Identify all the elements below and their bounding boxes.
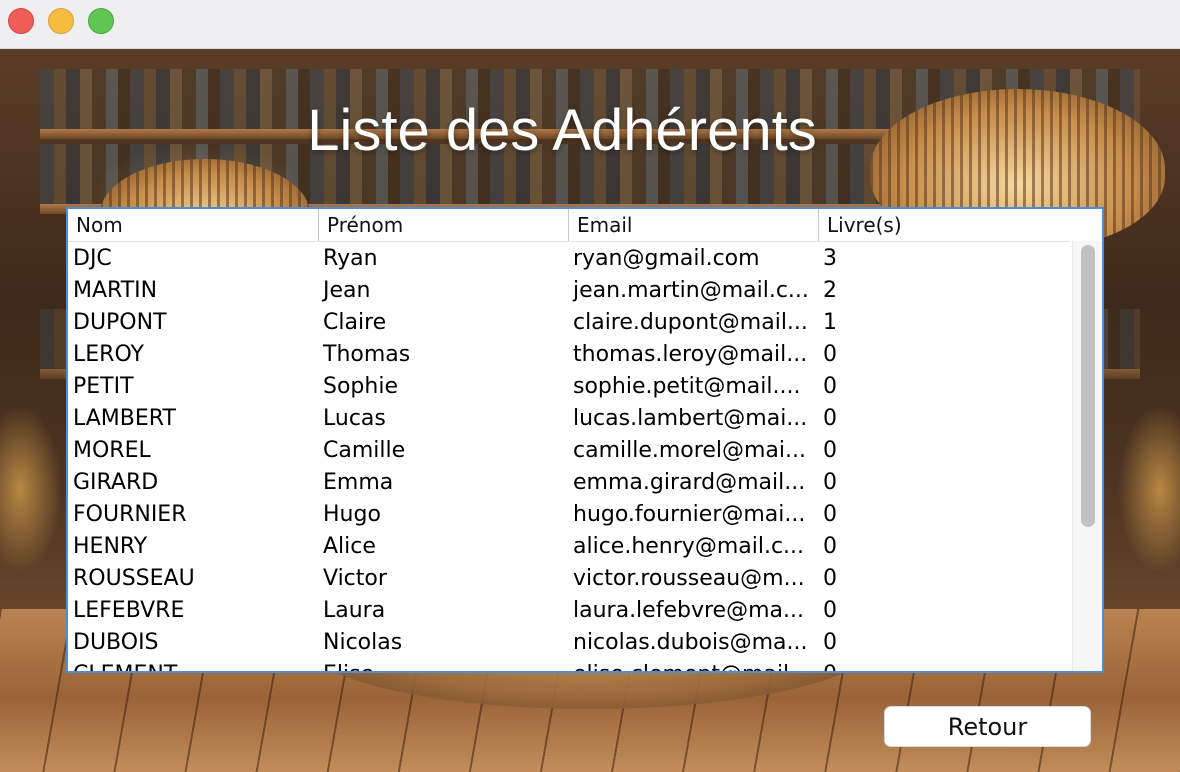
cell-prenom: Nicolas xyxy=(323,630,403,655)
cell-prenom: Camille xyxy=(323,438,406,463)
table-row[interactable]: FOURNIER Hugo hugo.fournier@mai... 0 xyxy=(68,499,1070,531)
cell-livres: 0 xyxy=(823,598,837,623)
column-header-email[interactable]: Email xyxy=(568,209,818,241)
cell-livres: 2 xyxy=(823,278,837,303)
cell-prenom: Victor xyxy=(323,566,387,591)
cell-prenom: Alice xyxy=(323,534,376,559)
cell-livres: 0 xyxy=(823,470,837,495)
page-title: Liste des Adhérents xyxy=(0,97,1124,164)
cell-prenom: Elise xyxy=(318,659,568,671)
cell-nom: MARTIN xyxy=(73,278,158,303)
cell-nom: MOREL xyxy=(73,438,151,463)
table-row[interactable]: MOREL Camille camille.morel@mai... 0 xyxy=(68,435,1070,467)
cell-nom: LAMBERT xyxy=(73,406,176,431)
cell-email: lucas.lambert@mai... xyxy=(573,406,808,431)
cell-livres: 0 xyxy=(823,342,837,367)
cell-prenom: Ryan xyxy=(323,246,378,271)
cell-livres: 3 xyxy=(823,246,837,271)
cell-email: victor.rousseau@m... xyxy=(573,566,805,591)
minimize-window-button[interactable] xyxy=(48,8,74,34)
cell-email: camille.morel@mai... xyxy=(573,438,806,463)
cell-email: elise.clement@mail... xyxy=(568,659,818,671)
cell-email: claire.dupont@mail... xyxy=(573,310,808,335)
cell-email: emma.girard@mail... xyxy=(573,470,806,495)
cell-nom: HENRY xyxy=(73,534,148,559)
table-row[interactable]: PETIT Sophie sophie.petit@mail.... 0 xyxy=(68,371,1070,403)
scrollbar-thumb[interactable] xyxy=(1081,245,1095,527)
back-button[interactable]: Retour xyxy=(884,706,1091,747)
cell-email: jean.martin@mail.c... xyxy=(573,278,809,303)
page-title-text: Liste des Adhérents xyxy=(307,98,817,163)
table-row[interactable]: HENRY Alice alice.henry@mail.c... 0 xyxy=(68,531,1070,563)
table-header: Nom Prénom Email Livre(s) xyxy=(68,209,1070,242)
close-window-button[interactable] xyxy=(8,8,34,34)
column-header-livres[interactable]: Livre(s) xyxy=(818,209,1070,241)
cell-prenom: Emma xyxy=(323,470,394,495)
cell-email: ryan@gmail.com xyxy=(573,246,760,271)
column-header-nom[interactable]: Nom xyxy=(68,209,318,241)
cell-nom: CLEMENT xyxy=(68,659,318,671)
cell-livres: 0 xyxy=(823,374,837,399)
table-row[interactable]: DUBOIS Nicolas nicolas.dubois@ma... 0 xyxy=(68,627,1070,659)
cell-nom: PETIT xyxy=(73,374,134,399)
cell-prenom: Lucas xyxy=(323,406,386,431)
cell-livres: 0 xyxy=(818,659,1070,671)
cell-nom: DUPONT xyxy=(73,310,167,335)
cell-livres: 0 xyxy=(823,630,837,655)
cell-nom: DUBOIS xyxy=(73,630,159,655)
cell-nom: GIRARD xyxy=(73,470,159,495)
cell-prenom: Claire xyxy=(323,310,387,335)
members-table[interactable]: Nom Prénom Email Livre(s) DJC Ryan ryan@gm… xyxy=(66,207,1104,673)
cell-prenom: Hugo xyxy=(323,502,381,527)
table-row[interactable]: LEROY Thomas thomas.leroy@mail... 0 xyxy=(68,339,1070,371)
table-row[interactable]: MARTIN Jean jean.martin@mail.c... 2 xyxy=(68,275,1070,307)
cell-prenom: Thomas xyxy=(323,342,411,367)
vertical-scrollbar[interactable] xyxy=(1072,241,1102,671)
table-row[interactable]: ROUSSEAU Victor victor.rousseau@m... 0 xyxy=(68,563,1070,595)
cell-email: laura.lefebvre@ma... xyxy=(573,598,804,623)
table-row[interactable]: DJC Ryan ryan@gmail.com 3 xyxy=(68,243,1070,275)
cell-livres: 0 xyxy=(823,566,837,591)
window-title-bar xyxy=(0,0,1180,49)
cell-nom: LEFEBVRE xyxy=(73,598,185,623)
table-row[interactable]: DUPONT Claire claire.dupont@mail... 1 xyxy=(68,307,1070,339)
table-body: DJC Ryan ryan@gmail.com 3 MARTIN Jean jean.mar… xyxy=(68,241,1070,671)
cell-email: sophie.petit@mail.... xyxy=(573,374,801,399)
cell-nom: ROUSSEAU xyxy=(73,566,195,591)
cell-nom: LEROY xyxy=(73,342,144,367)
table-row[interactable]: LEFEBVRE Laura laura.lefebvre@ma... 0 xyxy=(68,595,1070,627)
cell-email: nicolas.dubois@ma... xyxy=(573,630,808,655)
cell-prenom: Laura xyxy=(323,598,386,623)
cell-nom: DJC xyxy=(73,246,112,271)
table-row[interactable]: CLEMENTEliseelise.clement@mail...0 xyxy=(68,659,1070,671)
cell-email: thomas.leroy@mail... xyxy=(573,342,808,367)
cell-livres: 0 xyxy=(823,502,837,527)
cell-livres: 0 xyxy=(823,534,837,559)
cell-email: hugo.fournier@mai... xyxy=(573,502,806,527)
table-row[interactable]: GIRARD Emma emma.girard@mail... 0 xyxy=(68,467,1070,499)
table-row[interactable]: LAMBERT Lucas lucas.lambert@mai... 0 xyxy=(68,403,1070,435)
cell-prenom: Sophie xyxy=(323,374,398,399)
column-header-prenom[interactable]: Prénom xyxy=(318,209,568,241)
cell-prenom: Jean xyxy=(323,278,371,303)
cell-nom: FOURNIER xyxy=(73,502,187,527)
cell-livres: 0 xyxy=(823,406,837,431)
cell-livres: 1 xyxy=(823,310,837,335)
cell-email: alice.henry@mail.c... xyxy=(573,534,805,559)
zoom-window-button[interactable] xyxy=(88,8,114,34)
cell-livres: 0 xyxy=(823,438,837,463)
